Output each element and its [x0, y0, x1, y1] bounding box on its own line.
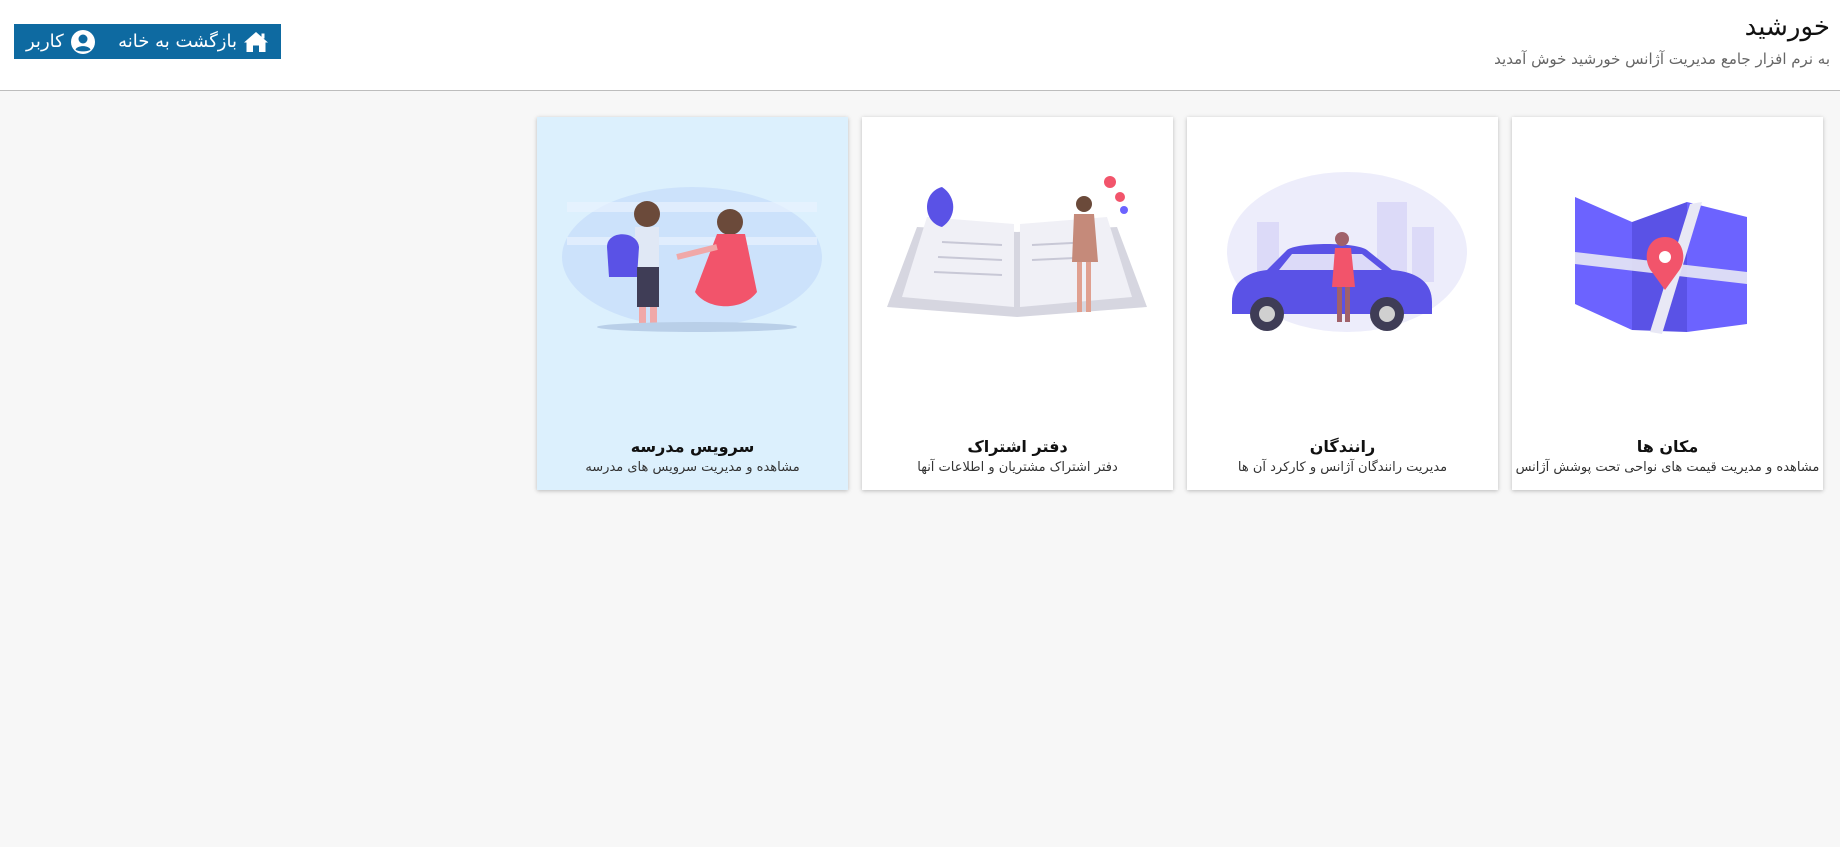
card-title: مکان ها [1636, 437, 1699, 456]
map-pin-illustration [1512, 142, 1823, 382]
home-icon [243, 31, 269, 53]
card-title: دفتر اشتراک [967, 437, 1068, 456]
card-subscription-book[interactable]: دفتر اشتراک دفتر اشتراک مشتریان و اطلاعا… [862, 117, 1173, 490]
card-description: مدیریت رانندگان آژانس و کارکرد آن ها [1237, 460, 1448, 475]
app-header: خورشید به نرم افزار جامع مدیریت آژانس خو… [0, 0, 1840, 91]
back-home-button[interactable]: بازگشت به خانه [118, 31, 269, 53]
car-driver-illustration [1187, 142, 1498, 382]
back-home-label: بازگشت به خانه [118, 31, 237, 52]
card-description: مشاهده و مدیریت قیمت های نواحی تحت پوشش … [1515, 460, 1820, 475]
app-title: خورشید [1744, 12, 1830, 42]
card-locations[interactable]: مکان ها مشاهده و مدیریت قیمت های نواحی ت… [1512, 117, 1823, 490]
open-book-illustration [862, 142, 1173, 382]
card-title: سرویس مدرسه [630, 437, 755, 456]
card-school-service[interactable]: سرویس مدرسه مشاهده و مدیریت سرویس های مد… [537, 117, 848, 490]
user-menu-button[interactable]: کاربر [26, 29, 96, 55]
card-description: مشاهده و مدیریت سرویس های مدرسه [585, 460, 800, 475]
card-description: دفتر اشتراک مشتریان و اطلاعات آنها [917, 460, 1118, 475]
user-label: کاربر [26, 31, 64, 52]
user-circle-icon [70, 29, 96, 55]
card-drivers[interactable]: رانندگان مدیریت رانندگان آژانس و کارکرد … [1187, 117, 1498, 490]
card-title: رانندگان [1309, 437, 1376, 456]
school-child-illustration [537, 142, 848, 382]
welcome-subtitle: به نرم افزار جامع مدیریت آژانس خورشید خو… [1494, 50, 1830, 68]
top-toolbar: بازگشت به خانه کاربر [14, 24, 281, 59]
